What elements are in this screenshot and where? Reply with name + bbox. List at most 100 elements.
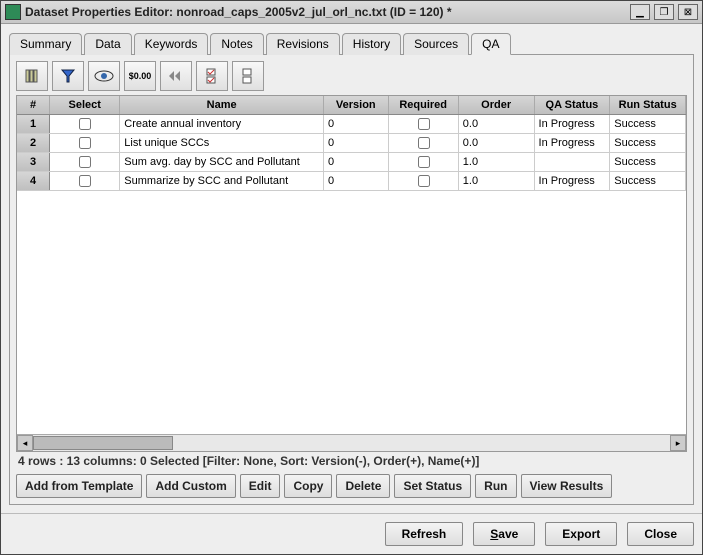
add-custom-button[interactable]: Add Custom — [146, 474, 235, 498]
table-row[interactable]: 3 Sum avg. day by SCC and Pollutant 0 1.… — [17, 153, 686, 172]
tab-qa[interactable]: QA — [471, 33, 510, 55]
table-toolbar: $0.00 — [16, 61, 687, 91]
scroll-right-button[interactable]: ▸ — [670, 435, 686, 451]
run-button[interactable]: Run — [475, 474, 516, 498]
row-checkbox[interactable] — [79, 156, 91, 168]
cell-qa-status[interactable] — [535, 153, 611, 171]
edit-button[interactable]: Edit — [240, 474, 281, 498]
refresh-button[interactable]: Refresh — [385, 522, 464, 546]
row-checkbox[interactable] — [79, 118, 91, 130]
row-num: 4 — [17, 172, 50, 190]
col-header-version[interactable]: Version — [324, 96, 389, 114]
col-header-required[interactable]: Required — [389, 96, 459, 114]
cell-run-status[interactable]: Success — [610, 172, 686, 190]
row-num: 3 — [17, 153, 50, 171]
titlebar: Dataset Properties Editor: nonroad_caps_… — [1, 1, 702, 24]
tab-sources[interactable]: Sources — [403, 33, 469, 55]
minimize-button[interactable]: ▁ — [630, 4, 650, 20]
required-checkbox[interactable] — [418, 137, 430, 149]
col-header-run-status[interactable]: Run Status — [610, 96, 686, 114]
window-frame: Dataset Properties Editor: nonroad_caps_… — [0, 0, 703, 555]
cell-run-status[interactable]: Success — [610, 115, 686, 133]
cell-run-status[interactable]: Success — [610, 153, 686, 171]
copy-button[interactable]: Copy — [284, 474, 332, 498]
table-header-row: # Select Name Version Required Order QA … — [17, 96, 686, 115]
table-row[interactable]: 1 Create annual inventory 0 0.0 In Progr… — [17, 115, 686, 134]
cell-required[interactable] — [389, 134, 459, 152]
qa-action-row: Add from Template Add Custom Edit Copy D… — [16, 474, 687, 498]
tab-summary[interactable]: Summary — [9, 33, 82, 55]
reset-button[interactable] — [160, 61, 192, 91]
col-header-order[interactable]: Order — [459, 96, 535, 114]
table-row[interactable]: 4 Summarize by SCC and Pollutant 0 1.0 I… — [17, 172, 686, 191]
close-window-button[interactable]: ⊠ — [678, 4, 698, 20]
cell-qa-status[interactable]: In Progress — [535, 134, 611, 152]
cell-order[interactable]: 1.0 — [459, 172, 535, 190]
row-num: 2 — [17, 134, 50, 152]
cell-qa-status[interactable]: In Progress — [535, 115, 611, 133]
cell-version[interactable]: 0 — [324, 153, 389, 171]
cell-name[interactable]: Sum avg. day by SCC and Pollutant — [120, 153, 324, 171]
cell-required[interactable] — [389, 172, 459, 190]
scroll-thumb[interactable] — [33, 436, 173, 450]
tab-bar: Summary Data Keywords Notes Revisions Hi… — [9, 32, 694, 54]
required-checkbox[interactable] — [418, 118, 430, 130]
format-button[interactable]: $0.00 — [124, 61, 156, 91]
cell-order[interactable]: 0.0 — [459, 115, 535, 133]
filter-button[interactable] — [52, 61, 84, 91]
row-checkbox[interactable] — [79, 137, 91, 149]
cell-required[interactable] — [389, 115, 459, 133]
cell-select[interactable] — [50, 172, 120, 190]
qa-panel: $0.00 # Select Name Version Required Ord… — [9, 54, 694, 505]
close-button[interactable]: Close — [627, 522, 694, 546]
maximize-button[interactable]: ❐ — [654, 4, 674, 20]
cell-select[interactable] — [50, 134, 120, 152]
required-checkbox[interactable] — [418, 175, 430, 187]
cell-run-status[interactable]: Success — [610, 134, 686, 152]
table-row[interactable]: 2 List unique SCCs 0 0.0 In Progress Suc… — [17, 134, 686, 153]
col-header-qa-status[interactable]: QA Status — [535, 96, 611, 114]
cell-select[interactable] — [50, 153, 120, 171]
tab-revisions[interactable]: Revisions — [266, 33, 340, 55]
window-title: Dataset Properties Editor: nonroad_caps_… — [25, 5, 626, 19]
set-status-button[interactable]: Set Status — [394, 474, 471, 498]
save-button[interactable]: Save — [473, 522, 535, 546]
col-header-select[interactable]: Select — [50, 96, 120, 114]
content-area: Summary Data Keywords Notes Revisions Hi… — [1, 24, 702, 513]
app-icon — [5, 4, 21, 20]
cell-name[interactable]: Summarize by SCC and Pollutant — [120, 172, 324, 190]
cell-order[interactable]: 1.0 — [459, 153, 535, 171]
col-header-num[interactable]: # — [17, 96, 50, 114]
view-button[interactable] — [88, 61, 120, 91]
cell-version[interactable]: 0 — [324, 134, 389, 152]
cell-required[interactable] — [389, 153, 459, 171]
cell-version[interactable]: 0 — [324, 172, 389, 190]
cell-name[interactable]: List unique SCCs — [120, 134, 324, 152]
columns-button[interactable] — [16, 61, 48, 91]
cell-select[interactable] — [50, 115, 120, 133]
table-status-text: 4 rows : 13 columns: 0 Selected [Filter:… — [16, 452, 687, 470]
scroll-track[interactable] — [33, 435, 670, 451]
select-all-button[interactable] — [196, 61, 228, 91]
cell-name[interactable]: Create annual inventory — [120, 115, 324, 133]
deselect-all-button[interactable] — [232, 61, 264, 91]
col-header-name[interactable]: Name — [120, 96, 324, 114]
cell-version[interactable]: 0 — [324, 115, 389, 133]
qa-table: # Select Name Version Required Order QA … — [16, 95, 687, 452]
cell-order[interactable]: 0.0 — [459, 134, 535, 152]
row-num: 1 — [17, 115, 50, 133]
view-results-button[interactable]: View Results — [521, 474, 613, 498]
delete-button[interactable]: Delete — [336, 474, 390, 498]
row-checkbox[interactable] — [79, 175, 91, 187]
scroll-left-button[interactable]: ◂ — [17, 435, 33, 451]
table-empty-area — [17, 191, 686, 434]
tab-history[interactable]: History — [342, 33, 401, 55]
export-button[interactable]: Export — [545, 522, 617, 546]
tab-data[interactable]: Data — [84, 33, 131, 55]
required-checkbox[interactable] — [418, 156, 430, 168]
tab-keywords[interactable]: Keywords — [134, 33, 209, 55]
cell-qa-status[interactable]: In Progress — [535, 172, 611, 190]
tab-notes[interactable]: Notes — [210, 33, 263, 55]
add-from-template-button[interactable]: Add from Template — [16, 474, 142, 498]
horizontal-scrollbar[interactable]: ◂ ▸ — [17, 434, 686, 451]
